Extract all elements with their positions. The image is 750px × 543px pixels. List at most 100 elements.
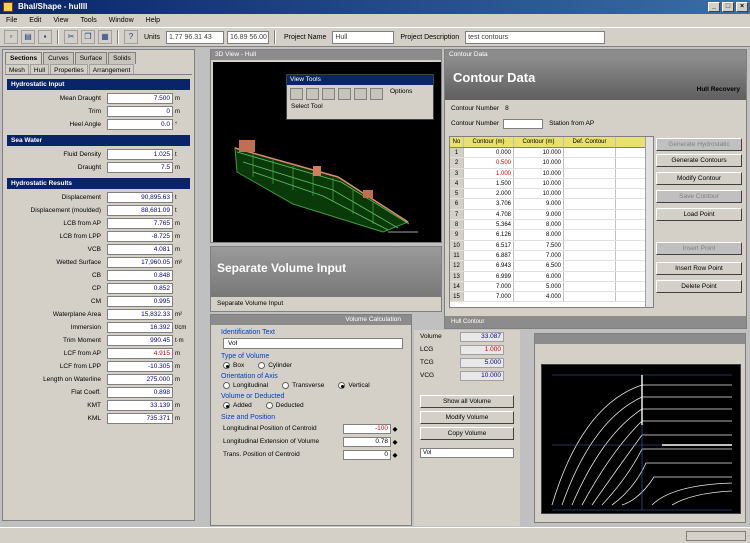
contour-action-button[interactable]: Modify Contour [656, 172, 742, 185]
property-value[interactable]: 90,895.63 [107, 192, 173, 203]
table-row[interactable]: 15 7.000 4.000 [450, 292, 653, 303]
menu-file[interactable]: File [6, 14, 17, 27]
tab-curves[interactable]: Curves [43, 52, 74, 64]
table-cell[interactable]: 10.000 [514, 178, 564, 189]
radio-cylinder[interactable]: Cylinder [258, 362, 292, 369]
table-cell[interactable]: 7.000 [464, 281, 514, 292]
rotate-icon[interactable] [322, 88, 335, 100]
property-value[interactable]: 4.081 [107, 244, 173, 255]
menu-edit[interactable]: Edit [29, 14, 41, 27]
property-value[interactable]: 0 [107, 106, 173, 117]
size-value[interactable]: 0.78 [343, 436, 391, 447]
table-row[interactable]: 4 1.500 10.000 [450, 178, 653, 190]
property-value[interactable]: 7.5 [107, 162, 173, 173]
contour-action-button[interactable]: Insert Point [656, 242, 742, 255]
property-value[interactable]: 1.025 [107, 149, 173, 160]
property-value[interactable]: 7.765 [107, 218, 173, 229]
coordinate-field-1[interactable]: 1.77 96.31 43 [165, 30, 224, 44]
pan-icon[interactable] [338, 88, 351, 100]
tab-sections[interactable]: Sections [5, 52, 43, 64]
table-row[interactable]: 7 4.708 9.000 [450, 209, 653, 221]
table-row[interactable]: 1 0.000 10.000 [450, 148, 653, 159]
menu-tools[interactable]: Tools [80, 14, 96, 27]
print-icon[interactable] [354, 88, 367, 100]
property-value[interactable]: 15,832.33 [107, 309, 173, 320]
table-cell[interactable]: 7.000 [514, 250, 564, 261]
table-row[interactable]: 12 6.943 6.500 [450, 261, 653, 272]
modify-volume-button[interactable]: Modify Volume [420, 411, 514, 424]
table-cell[interactable] [564, 220, 616, 230]
property-value[interactable]: 7.500 [107, 93, 173, 104]
table-cell[interactable]: 6.500 [514, 261, 564, 271]
table-cell[interactable]: 5.000 [514, 281, 564, 292]
column-header[interactable]: Contour (m) [464, 137, 514, 147]
property-value[interactable]: 17,960.05 [107, 257, 173, 268]
copy-volume-button[interactable]: Copy Volume [420, 427, 514, 440]
table-row[interactable]: 8 5.364 8.000 [450, 220, 653, 231]
subtab-properties[interactable]: Properties [50, 64, 88, 74]
contour-action-button[interactable]: Delete Point [656, 280, 742, 293]
contour-number-input[interactable] [503, 118, 544, 129]
property-value[interactable]: 735.371 [107, 413, 173, 424]
tab-solids[interactable]: Solids [108, 52, 136, 64]
table-cell[interactable] [564, 261, 616, 271]
property-value[interactable]: 88,681.09 [107, 205, 173, 216]
options-button[interactable]: Options [386, 88, 412, 100]
menu-help[interactable]: Help [146, 14, 160, 27]
project-description-field[interactable]: test contours [465, 30, 606, 44]
property-value[interactable]: 0.848 [107, 270, 173, 281]
menu-view[interactable]: View [53, 14, 68, 27]
size-value[interactable]: 0 [343, 449, 391, 460]
table-cell[interactable]: 7.500 [514, 240, 564, 250]
property-value[interactable]: 275.000 [107, 374, 173, 385]
open-folder-icon[interactable]: ▤ [21, 30, 35, 44]
table-cell[interactable] [564, 250, 616, 261]
contour-action-button[interactable]: Load Point [656, 208, 742, 221]
size-value[interactable]: -100 [343, 423, 391, 434]
show-all-volume-button[interactable]: Show all Volume [420, 395, 514, 408]
spinner-icon[interactable]: ◆ [391, 451, 399, 459]
table-cell[interactable]: 8.000 [514, 230, 564, 240]
property-value[interactable]: -10.305 [107, 361, 173, 372]
maximize-button[interactable]: □ [722, 2, 734, 12]
cut-icon[interactable]: ✂ [64, 30, 78, 44]
table-row[interactable]: 2 0.500 10.000 [450, 158, 653, 169]
table-cell[interactable]: 4.000 [514, 292, 564, 302]
radio-longitudinal[interactable]: Longitudinal [223, 382, 268, 389]
property-value[interactable]: 0.898 [107, 387, 173, 398]
table-cell[interactable]: 4.708 [464, 209, 514, 220]
column-header[interactable]: Contour (m) [514, 137, 564, 147]
table-row[interactable]: 10 6.517 7.500 [450, 240, 653, 251]
table-cell[interactable] [564, 148, 616, 158]
property-value[interactable]: 990.45 [107, 335, 173, 346]
property-value[interactable]: 0.995 [107, 296, 173, 307]
contour-plot-canvas[interactable] [541, 364, 741, 514]
table-cell[interactable] [564, 240, 616, 250]
table-cell[interactable] [564, 209, 616, 220]
tab-surface[interactable]: Surface [74, 52, 108, 64]
table-cell[interactable] [564, 158, 616, 168]
table-row[interactable]: 14 7.000 5.000 [450, 281, 653, 293]
table-cell[interactable]: 10.000 [514, 148, 564, 158]
radio-vertical[interactable]: Vertical [338, 382, 370, 389]
contour-action-button[interactable]: Generate Hydrostatic [656, 138, 742, 151]
table-cell[interactable] [564, 281, 616, 292]
table-cell[interactable]: 6.000 [514, 271, 564, 281]
table-cell[interactable]: 10.000 [514, 189, 564, 199]
table-cell[interactable]: 0.500 [464, 158, 514, 168]
paste-icon[interactable]: ▦ [98, 30, 112, 44]
zoom-out-icon[interactable] [306, 88, 319, 100]
subtab-arrangement[interactable]: Arrangement [88, 64, 135, 74]
table-cell[interactable]: 9.000 [514, 209, 564, 220]
table-cell[interactable] [564, 178, 616, 189]
column-header[interactable]: No [450, 137, 464, 147]
table-cell[interactable] [564, 292, 616, 302]
subtab-mesh[interactable]: Mesh [5, 64, 29, 74]
table-row[interactable]: 5 2.000 10.000 [450, 189, 653, 200]
table-cell[interactable]: 8.000 [514, 220, 564, 230]
property-value[interactable]: -8.725 [107, 231, 173, 242]
menu-window[interactable]: Window [109, 14, 134, 27]
table-row[interactable]: 6 3.706 9.000 [450, 199, 653, 210]
table-cell[interactable]: 0.000 [464, 148, 514, 158]
property-value[interactable]: 33.139 [107, 400, 173, 411]
